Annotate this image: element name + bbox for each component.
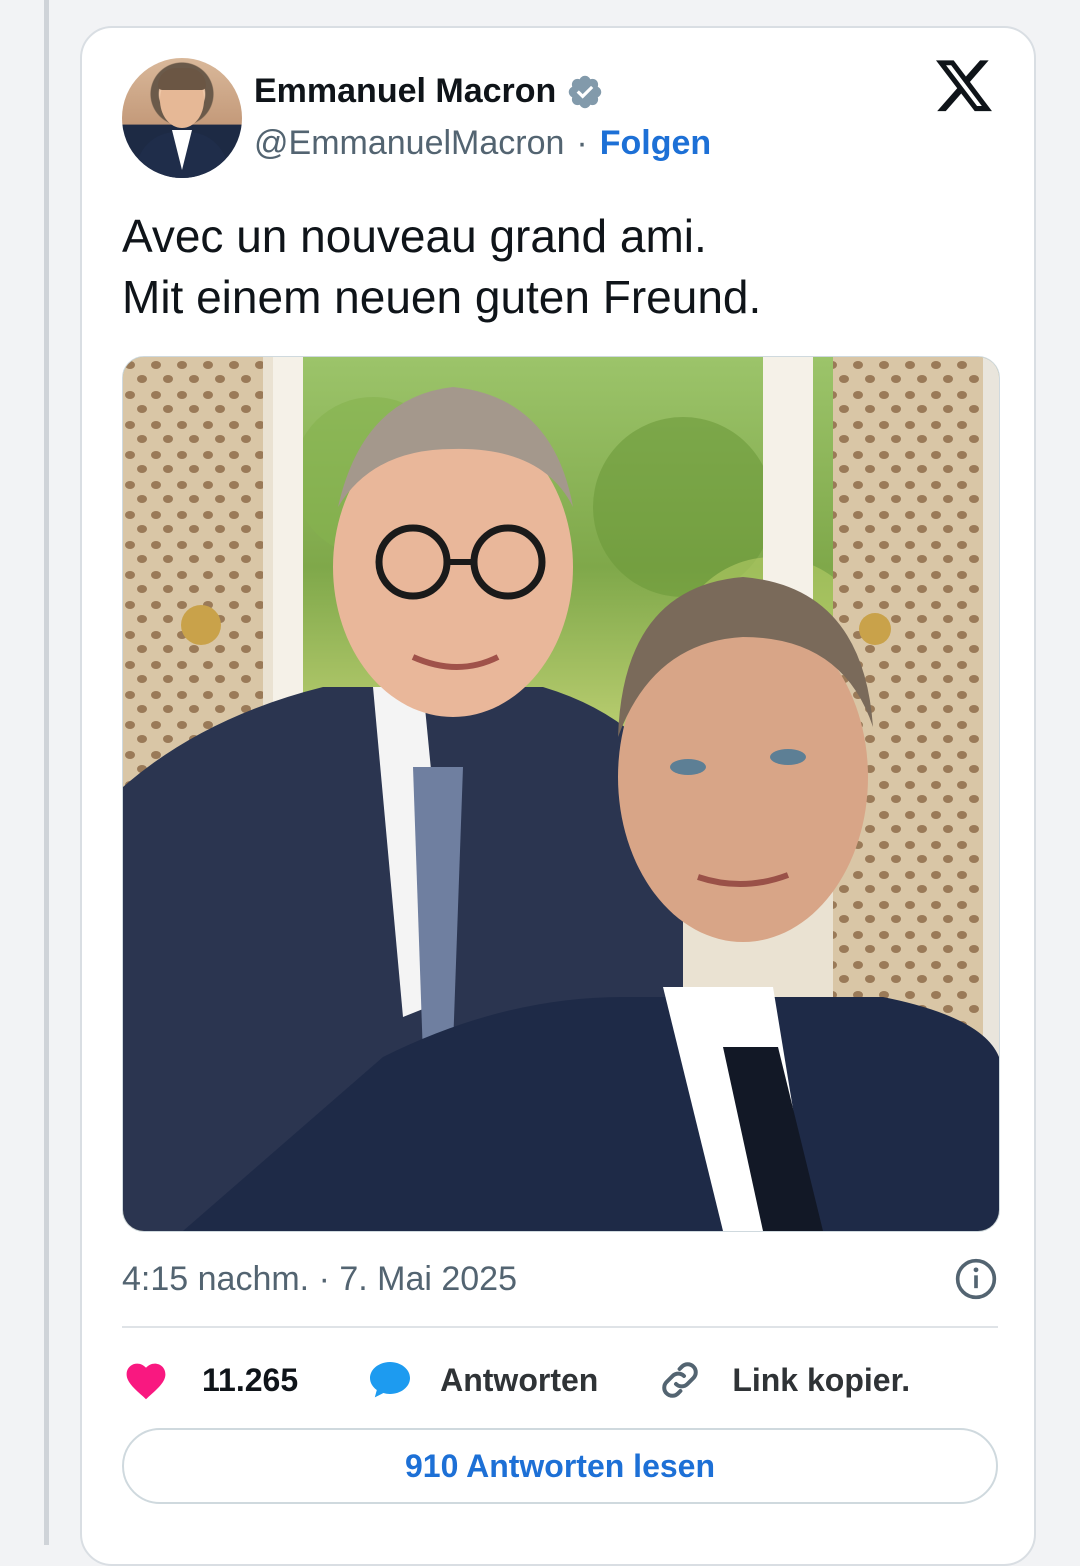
- handle-row: @EmmanuelMacron · Folgen: [254, 124, 711, 163]
- tweet-text: Avec un nouveau grand ami. Mit einem neu…: [122, 206, 1002, 328]
- copy-link-label: Link kopier.: [732, 1361, 911, 1398]
- left-border-rule: [44, 0, 49, 1545]
- speech-bubble-icon: [370, 1362, 411, 1398]
- author-name-row: Emmanuel Macron: [254, 72, 604, 111]
- timestamp[interactable]: 4:15 nachm. · 7. Mai 2025: [122, 1260, 517, 1299]
- read-replies-button[interactable]: 910 Antworten lesen: [122, 1428, 998, 1504]
- verified-badge-icon: [569, 75, 602, 108]
- author-avatar[interactable]: [122, 58, 242, 178]
- x-logo-icon[interactable]: [936, 60, 994, 114]
- likes-count: 11.265: [202, 1361, 299, 1398]
- divider: [122, 1326, 998, 1328]
- heart-icon: [126, 1363, 166, 1400]
- copy-link-button[interactable]: Link kopier.: [656, 1356, 910, 1404]
- reply-label: Antworten: [440, 1361, 599, 1398]
- meta-row: 4:15 nachm. · 7. Mai 2025: [122, 1254, 998, 1304]
- reply-button[interactable]: Antworten: [366, 1356, 598, 1404]
- follow-button[interactable]: Folgen: [600, 124, 711, 163]
- author-name[interactable]: Emmanuel Macron: [254, 72, 556, 111]
- separator-dot: ·: [576, 124, 588, 162]
- tweet-text-line-2: Mit einem neuen guten Freund.: [122, 271, 762, 323]
- like-button[interactable]: 11.265: [122, 1356, 298, 1404]
- author-handle[interactable]: @EmmanuelMacron: [254, 124, 564, 163]
- avatar-hair: [158, 68, 206, 90]
- actions-bar: 11.265 Antworten Link kopier.: [122, 1350, 998, 1410]
- tweet-text-line-1: Avec un nouveau grand ami.: [122, 210, 707, 262]
- link-icon: [662, 1362, 699, 1398]
- tweet-card: Emmanuel Macron @EmmanuelMacron · Folgen…: [80, 26, 1036, 1566]
- tweet-photo[interactable]: [122, 356, 1000, 1232]
- selfie-photo-illustration: [123, 357, 999, 1231]
- info-icon[interactable]: [954, 1257, 998, 1301]
